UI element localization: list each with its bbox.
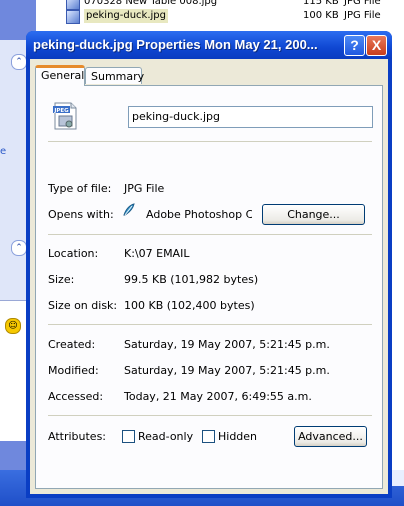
title-bar[interactable]: peking-duck.jpg Properties Mon May 21, 2… <box>26 31 392 59</box>
file-list: 070328 New Table 008.jpg 115 KB JPG File… <box>62 0 392 28</box>
close-button[interactable]: X <box>366 35 387 56</box>
jpeg-label: JPEG <box>53 108 69 114</box>
file-name-field[interactable]: peking-duck.jpg <box>128 106 373 128</box>
attributes-label: Attributes: <box>48 430 107 443</box>
size-on-disk-label: Size on disk: <box>48 299 118 312</box>
location-value: K:\07 EMAIL <box>124 247 190 260</box>
file-row[interactable]: 070328 New Table 008.jpg 115 KB JPG File <box>62 0 392 10</box>
tab-general[interactable]: General <box>35 65 85 86</box>
properties-dialog: peking-duck.jpg Properties Mon May 21, 2… <box>26 31 392 498</box>
jpg-file-icon <box>66 10 80 24</box>
window-title: peking-duck.jpg Properties Mon May 21, 2… <box>33 37 318 52</box>
accessed-label: Accessed: <box>48 390 104 403</box>
type-of-file-value: JPG File <box>124 182 165 195</box>
general-tab-panel: JPEG peking-duck.jpg Type of file: JPG F… <box>35 85 383 489</box>
file-type: JPG File <box>344 10 381 21</box>
jpeg-file-icon: JPEG <box>53 102 77 130</box>
opens-with-label: Opens with: <box>48 208 114 221</box>
change-button[interactable]: Change... <box>262 204 365 225</box>
accessed-value: Today, 21 May 2007, 6:49:55 a.m. <box>124 390 312 403</box>
size-value: 99.5 KB (101,982 bytes) <box>124 273 259 286</box>
file-size: 115 KB <box>303 0 339 7</box>
created-value: Saturday, 19 May 2007, 5:21:45 p.m. <box>124 338 330 351</box>
chevron-up-icon[interactable]: ⌃ <box>11 240 27 256</box>
read-only-label[interactable]: Read-only <box>138 430 193 443</box>
modified-value: Saturday, 19 May 2007, 5:21:45 p.m. <box>124 364 330 377</box>
file-name: 070328 New Table 008.jpg <box>84 0 218 7</box>
size-on-disk-value: 100 KB (102,400 bytes) <box>124 299 255 312</box>
created-label: Created: <box>48 338 96 351</box>
photoshop-feather-icon <box>123 203 135 216</box>
divider <box>48 324 372 325</box>
hidden-label[interactable]: Hidden <box>218 430 257 443</box>
file-size: 100 KB <box>303 10 339 21</box>
chevron-up-icon[interactable]: ⌃ <box>11 54 27 70</box>
file-type: JPG File <box>344 0 381 7</box>
taskbar-item[interactable] <box>392 470 404 486</box>
dialog-client-area: General Summary JPEG peking-duck.jpg Typ… <box>30 59 388 494</box>
hidden-checkbox[interactable] <box>202 430 215 443</box>
task-pane-link[interactable]: e <box>0 146 6 157</box>
file-name: peking-duck.jpg <box>84 9 168 23</box>
divider <box>48 141 372 142</box>
smiley-icon: ☺ <box>5 318 21 334</box>
size-label: Size: <box>48 273 75 286</box>
file-row-selected[interactable]: peking-duck.jpg 100 KB JPG File <box>62 9 392 24</box>
type-of-file-label: Type of file: <box>48 182 112 195</box>
advanced-button[interactable]: Advanced... <box>294 426 367 447</box>
modified-label: Modified: <box>48 364 99 377</box>
location-label: Location: <box>48 247 99 260</box>
divider <box>48 234 372 235</box>
opens-with-value: Adobe Photoshop CS2 <box>146 208 252 221</box>
tab-summary[interactable]: Summary <box>85 67 144 84</box>
read-only-checkbox[interactable] <box>122 430 135 443</box>
explorer-right-edge <box>392 0 404 506</box>
help-button[interactable]: ? <box>344 35 365 56</box>
divider <box>48 415 372 416</box>
